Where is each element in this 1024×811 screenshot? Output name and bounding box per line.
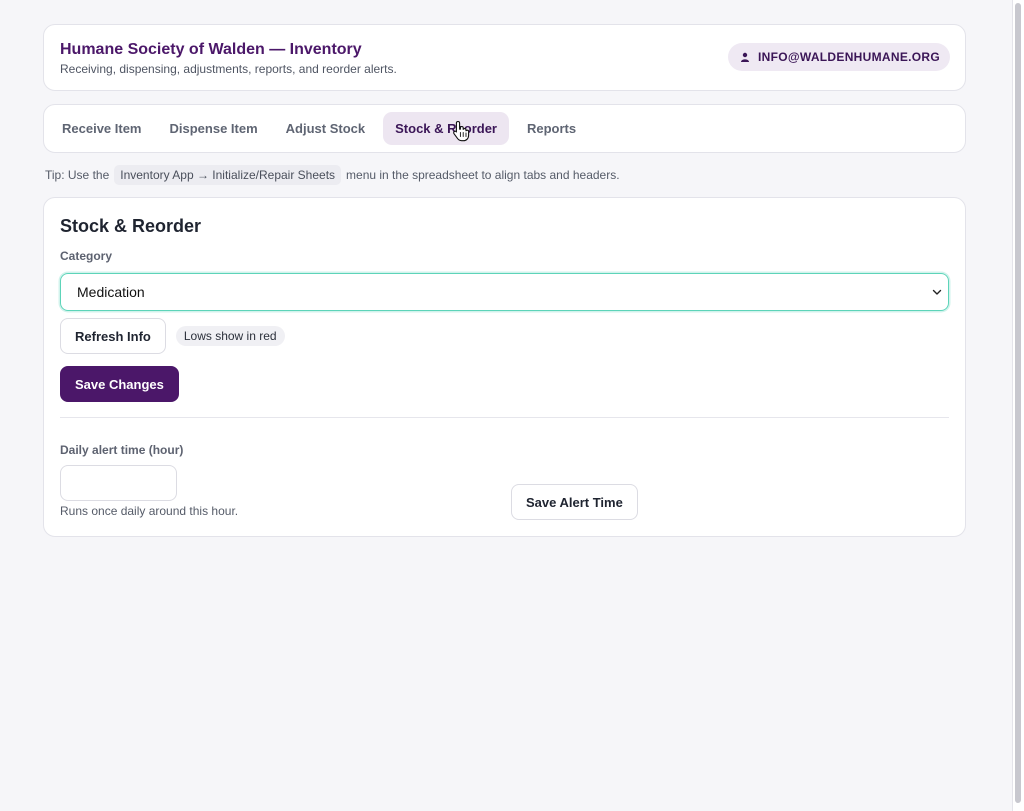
chevron-down-icon	[932, 287, 942, 297]
tab-receive-item[interactable]: Receive Item	[52, 112, 152, 145]
page-scrollbar[interactable]	[1012, 0, 1024, 811]
user-icon	[740, 52, 750, 62]
lows-note-badge: Lows show in red	[175, 326, 285, 346]
tip-suffix: menu in the spreadsheet to align tabs an…	[346, 168, 620, 182]
stock-reorder-panel: Stock & Reorder Category Medication Refr…	[43, 197, 966, 537]
alert-time-label: Daily alert time (hour)	[60, 443, 184, 457]
header-card: Humane Society of Walden — Inventory Rec…	[43, 24, 966, 91]
tab-reports[interactable]: Reports	[517, 112, 586, 145]
tab-dispense-item[interactable]: Dispense Item	[160, 112, 268, 145]
user-email: INFO@WALDENHUMANE.ORG	[758, 50, 940, 64]
save-changes-button[interactable]: Save Changes	[60, 366, 179, 402]
category-selected-value: Medication	[77, 284, 145, 300]
category-select[interactable]: Medication	[60, 273, 949, 311]
tip-menu-path: Inventory App → Initialize/Repair Sheets	[114, 165, 342, 185]
alert-hint: Runs once daily around this hour.	[60, 504, 239, 518]
section-title: Stock & Reorder	[60, 216, 202, 236]
scrollbar-thumb[interactable]	[1015, 3, 1021, 803]
refresh-info-button[interactable]: Refresh Info	[60, 318, 166, 354]
refresh-row: Refresh Info Lows show in red	[60, 318, 949, 354]
app-container: Humane Society of Walden — Inventory Rec…	[43, 24, 966, 537]
save-row: Save Changes	[60, 366, 949, 402]
tab-stock-reorder[interactable]: Stock & Reorder	[383, 112, 509, 145]
user-badge: INFO@WALDENHUMANE.ORG	[728, 43, 950, 71]
divider	[60, 417, 949, 418]
tab-adjust-stock[interactable]: Adjust Stock	[276, 112, 375, 145]
category-label: Category	[60, 249, 113, 263]
tip-banner: Tip: Use the Inventory App → Initialize/…	[45, 163, 966, 187]
save-alert-time-button[interactable]: Save Alert Time	[511, 484, 638, 520]
tip-prefix: Tip: Use the	[45, 168, 110, 182]
tab-bar: Receive Item Dispense Item Adjust Stock …	[43, 104, 966, 153]
alert-hour-input[interactable]	[60, 465, 177, 501]
